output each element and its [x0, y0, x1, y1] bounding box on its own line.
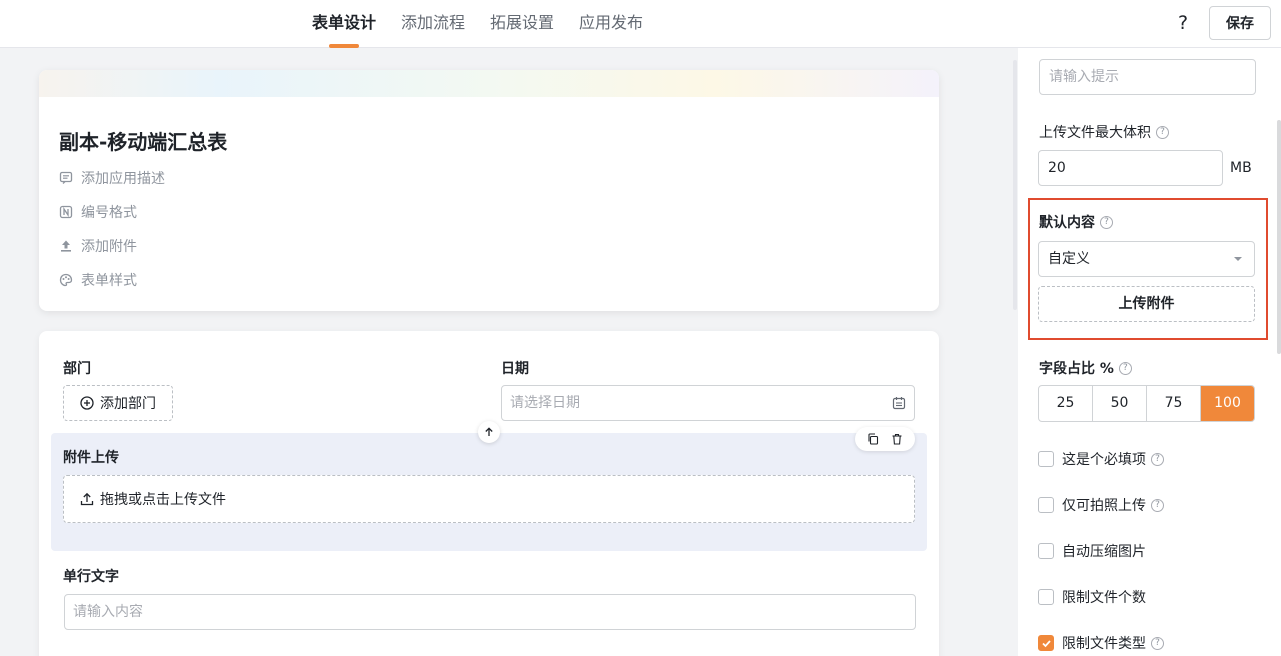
ratio-option-75[interactable]: 75: [1147, 386, 1201, 421]
upload-attachment-button[interactable]: 上传附件: [1038, 286, 1255, 322]
number-format-link[interactable]: 编号格式: [59, 202, 137, 222]
help-icon[interactable]: ?: [1173, 11, 1193, 35]
tab-extend-settings[interactable]: 拓展设置: [490, 0, 554, 48]
form-style-link[interactable]: 表单样式: [59, 270, 137, 290]
compress-checkbox-row[interactable]: 自动压缩图片: [1038, 541, 1146, 561]
upload-icon: [80, 492, 94, 506]
single-text-field-label: 单行文字: [63, 569, 119, 585]
compress-label: 自动压缩图片: [1062, 544, 1146, 560]
add-department-button[interactable]: 添加部门: [63, 385, 173, 421]
app-header-card: 副本-移动端汇总表 添加应用描述 编号格式 添加附件 表单样式: [39, 70, 939, 311]
limit-type-checkbox[interactable]: [1038, 635, 1054, 651]
help-circle-icon[interactable]: ?: [1151, 498, 1164, 512]
max-size-unit: MB: [1230, 160, 1252, 176]
hint-input[interactable]: [1039, 59, 1256, 95]
form-style-label: 表单样式: [81, 273, 137, 289]
limit-type-checkbox-row[interactable]: 限制文件类型 ?: [1038, 633, 1164, 653]
attachment-field-selected[interactable]: 附件上传 拖拽或点击上传文件: [51, 427, 927, 551]
limit-type-label: 限制文件类型: [1062, 636, 1146, 652]
caret-down-icon: [1234, 257, 1242, 261]
help-circle-icon[interactable]: ?: [1100, 215, 1113, 229]
photo-only-label: 仅可拍照上传: [1062, 498, 1146, 514]
panel-scrollbar[interactable]: [1277, 120, 1281, 354]
ratio-option-50[interactable]: 50: [1093, 386, 1147, 421]
max-size-label: 上传文件最大体积 ?: [1039, 122, 1169, 142]
add-description-label: 添加应用描述: [81, 171, 165, 187]
add-attachment-link[interactable]: 添加附件: [59, 236, 137, 256]
move-up-icon[interactable]: [478, 421, 500, 443]
default-content-text: 默认内容: [1039, 215, 1095, 231]
form-canvas: 部门 添加部门 日期 附件上传 拖拽或点击上传文件: [39, 331, 939, 656]
add-attachment-label: 添加附件: [81, 239, 137, 255]
help-circle-icon[interactable]: ?: [1118, 361, 1132, 375]
calendar-icon[interactable]: [892, 396, 906, 414]
delete-icon[interactable]: [891, 433, 903, 445]
add-department-label: 添加部门: [100, 396, 156, 412]
app-title[interactable]: 副本-移动端汇总表: [59, 126, 227, 155]
number-format-label: 编号格式: [81, 205, 137, 221]
date-field-label: 日期: [501, 361, 529, 377]
palette-icon: [59, 273, 73, 287]
field-properties-panel: 上传文件最大体积 ? MB 默认内容 ? 自定义 上传附件 字段占比 % ? 2…: [1018, 48, 1281, 656]
field-toolbar: [855, 427, 915, 451]
required-checkbox-row[interactable]: 这是个必填项 ?: [1038, 449, 1164, 469]
top-bar: 表单设计 添加流程 拓展设置 应用发布 ? 保存: [0, 0, 1281, 48]
limit-count-checkbox-row[interactable]: 限制文件个数: [1038, 587, 1146, 607]
top-tabs: 表单设计 添加流程 拓展设置 应用发布: [312, 0, 668, 48]
comment-icon: [59, 171, 73, 185]
attachment-field-label: 附件上传: [63, 450, 119, 466]
required-checkbox[interactable]: [1038, 451, 1054, 467]
help-circle-icon[interactable]: ?: [1156, 125, 1169, 139]
field-ratio-text: 字段占比 %: [1039, 361, 1114, 377]
help-circle-icon[interactable]: ?: [1151, 636, 1164, 650]
field-ratio-segmented: 25 50 75 100: [1038, 385, 1255, 422]
file-upload-dropzone[interactable]: 拖拽或点击上传文件: [63, 475, 915, 523]
photo-only-checkbox-row[interactable]: 仅可拍照上传 ?: [1038, 495, 1164, 515]
dept-field-label: 部门: [63, 361, 91, 377]
add-description-link[interactable]: 添加应用描述: [59, 168, 165, 188]
copy-icon[interactable]: [867, 433, 879, 445]
date-input[interactable]: [502, 386, 872, 420]
photo-only-checkbox[interactable]: [1038, 497, 1054, 513]
canvas-scrollbar[interactable]: [1013, 60, 1017, 310]
default-content-value: 自定义: [1048, 251, 1090, 267]
default-content-select[interactable]: 自定义: [1038, 241, 1255, 277]
tab-app-publish[interactable]: 应用发布: [579, 0, 643, 48]
tab-add-flow[interactable]: 添加流程: [401, 0, 465, 48]
limit-count-checkbox[interactable]: [1038, 589, 1054, 605]
field-ratio-label: 字段占比 % ?: [1039, 358, 1132, 378]
upload-icon: [59, 239, 73, 253]
limit-count-label: 限制文件个数: [1062, 590, 1146, 606]
max-size-text: 上传文件最大体积: [1039, 125, 1151, 141]
default-content-label: 默认内容 ?: [1039, 212, 1113, 232]
ratio-option-25[interactable]: 25: [1039, 386, 1093, 421]
max-size-input[interactable]: [1038, 150, 1223, 186]
compress-checkbox[interactable]: [1038, 543, 1054, 559]
date-picker[interactable]: [501, 385, 915, 421]
single-text-input[interactable]: [64, 594, 916, 630]
check-icon: [1041, 639, 1051, 647]
number-icon: [59, 205, 73, 219]
required-label: 这是个必填项: [1062, 452, 1146, 468]
help-circle-icon[interactable]: ?: [1151, 452, 1164, 466]
upload-zone-label: 拖拽或点击上传文件: [100, 492, 226, 508]
ratio-option-100[interactable]: 100: [1201, 386, 1254, 421]
header-banner: [39, 70, 939, 97]
plus-circle-icon: [80, 396, 94, 410]
save-button[interactable]: 保存: [1209, 6, 1271, 40]
tab-form-design[interactable]: 表单设计: [312, 0, 376, 48]
